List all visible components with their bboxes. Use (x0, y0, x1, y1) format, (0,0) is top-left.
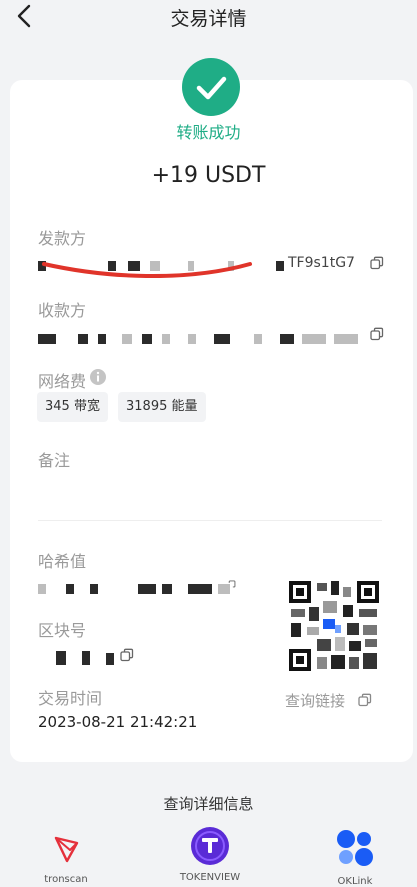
energy-chip: 31895 能量 (118, 392, 206, 422)
block-value[interactable] (56, 649, 126, 667)
bandwidth-chip: 345 带宽 (37, 392, 108, 422)
info-icon[interactable] (89, 368, 107, 386)
amount-value: +19 USDT (151, 163, 266, 188)
qr-code[interactable] (287, 579, 381, 673)
query-link-label: 查询链接 (285, 692, 346, 710)
divider (38, 520, 382, 521)
redaction-scribble (42, 262, 252, 278)
time-value: 2023-08-21 21:42:21 (38, 713, 198, 731)
copy-block-icon[interactable] (120, 648, 134, 662)
memo-label: 备注 (38, 451, 71, 470)
time-label: 交易时间 (38, 689, 103, 708)
copy-link-icon[interactable] (358, 693, 372, 707)
hash-value[interactable] (38, 580, 238, 598)
explorer-tronscan-label: tronscan (44, 874, 88, 885)
sender-address-tail: TF9s1tG7 (288, 255, 355, 271)
explorer-tokenview[interactable]: TOKENVIEW (160, 826, 260, 883)
receiver-address[interactable] (38, 329, 368, 349)
status-text: 转账成功 (176, 123, 241, 142)
query-link[interactable]: 查询链接 (285, 690, 372, 711)
success-check-icon (182, 58, 240, 116)
tronscan-icon (54, 836, 79, 863)
hash-label: 哈希值 (38, 552, 87, 571)
tokenview-icon (191, 827, 229, 865)
oklink-icon (337, 830, 373, 866)
page-title: 交易详情 (170, 8, 247, 30)
explorer-tokenview-label: TOKENVIEW (179, 872, 241, 883)
sender-label: 发款方 (38, 229, 87, 248)
fee-label: 网络费 (38, 372, 87, 391)
explorer-oklink[interactable]: OKLink (305, 826, 405, 887)
receiver-label: 收款方 (38, 301, 87, 320)
explorer-oklink-label: OKLink (337, 876, 373, 887)
copy-hash-icon[interactable] (226, 578, 236, 592)
copy-sender-icon[interactable] (370, 256, 384, 270)
detail-section-title: 查询详细信息 (163, 795, 254, 813)
header-bar: 交易详情 (0, 0, 417, 34)
copy-receiver-icon[interactable] (370, 327, 384, 341)
explorer-tronscan[interactable]: tronscan (16, 826, 116, 885)
block-label: 区块号 (38, 621, 87, 640)
